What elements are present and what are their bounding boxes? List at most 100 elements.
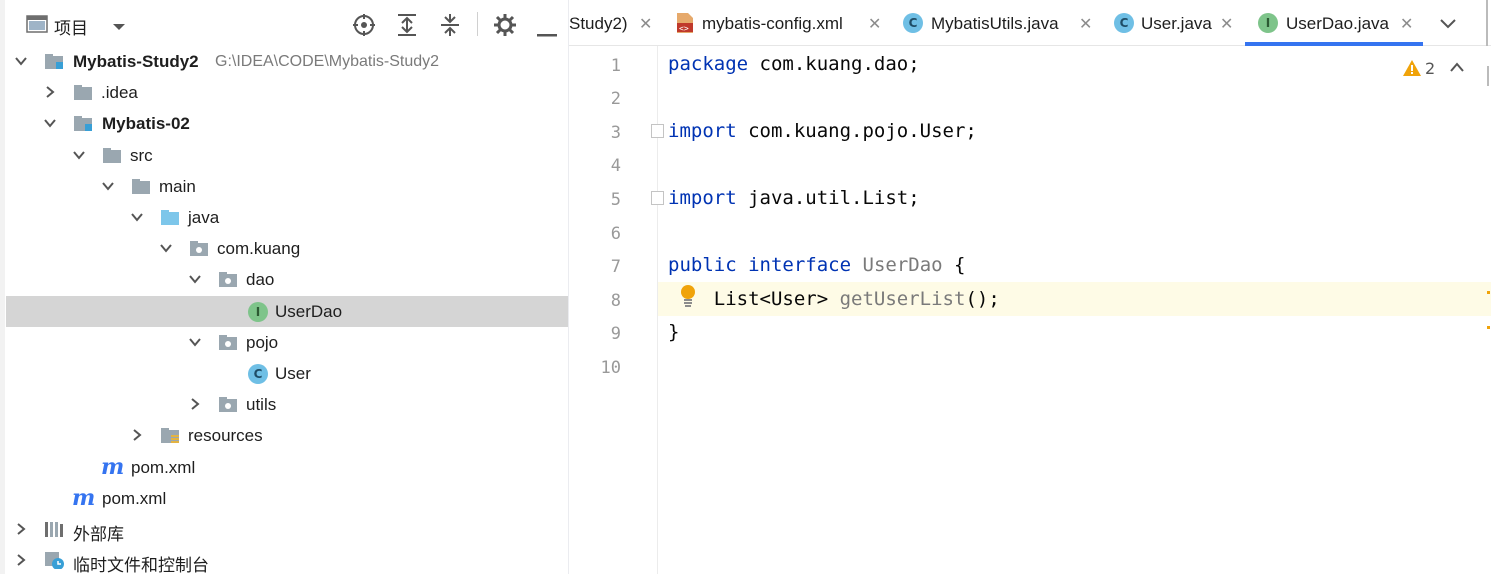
folder-icon [132, 179, 150, 194]
tree-node-label: UserDao [275, 302, 343, 321]
chevron-down-icon[interactable] [130, 210, 144, 224]
tree-node-label: src [130, 146, 153, 165]
minimize-icon[interactable] [537, 23, 557, 42]
folder-icon [74, 85, 92, 100]
source-folder-icon [161, 210, 179, 225]
warning-icon[interactable] [1402, 59, 1422, 77]
error-stripe-mark[interactable] [1487, 326, 1490, 329]
tree-node-package-utils[interactable]: utils [6, 389, 568, 420]
chevron-down-icon[interactable] [188, 272, 202, 286]
scroll-edge [1486, 0, 1488, 46]
tree-node-package-com-kuang[interactable]: com.kuang [6, 233, 568, 264]
library-icon [45, 522, 63, 537]
warning-count[interactable]: 2 [1425, 59, 1435, 78]
fold-marker-icon[interactable] [651, 124, 664, 138]
scrollbar-icon[interactable] [1487, 66, 1489, 86]
chevron-right-icon[interactable] [14, 553, 28, 567]
tree-node-userdao[interactable]: I UserDao [6, 296, 568, 327]
close-icon[interactable]: ✕ [639, 14, 652, 33]
tab-userdao-java[interactable]: I UserDao.java ✕ [1245, 0, 1423, 46]
chevron-down-icon[interactable] [188, 335, 202, 349]
line-number: 6 [610, 224, 621, 244]
xml-file-icon: <> [677, 13, 693, 33]
code-text: java.util.List; [736, 187, 920, 209]
tab-user-java[interactable]: C User.java ✕ [1105, 0, 1244, 46]
tree-node-external-libraries[interactable]: 外部库 [6, 514, 568, 545]
tree-node-path: G:\IDEA\CODE\Mybatis-Study2 [215, 53, 440, 70]
chevron-down-icon[interactable] [43, 116, 57, 130]
chevron-right-icon[interactable] [188, 397, 202, 411]
close-icon[interactable]: ✕ [868, 14, 881, 33]
package-icon [219, 335, 237, 350]
tree-node-package-dao[interactable]: dao [6, 264, 568, 295]
close-icon[interactable]: ✕ [1079, 14, 1092, 33]
tab-mybatisutils-java[interactable]: C MybatisUtils.java ✕ [893, 0, 1105, 46]
project-title[interactable]: 项目 [54, 14, 88, 39]
chevron-down-icon[interactable] [72, 148, 86, 162]
tab-label: User.java [1141, 14, 1212, 33]
tree-node-root-pom[interactable]: m pom.xml [6, 483, 568, 514]
tree-node-label: pojo [246, 333, 279, 352]
line-number: 8 [610, 291, 621, 311]
module-folder-icon [74, 116, 92, 131]
keyword: public [668, 254, 737, 276]
keyword: interface [748, 254, 852, 276]
tab-label: UserDao.java [1286, 14, 1389, 33]
locate-icon[interactable] [352, 13, 376, 41]
chevron-right-icon[interactable] [14, 522, 28, 536]
maven-icon: m [101, 454, 125, 480]
collapse-all-icon[interactable] [439, 13, 461, 41]
line-number: 7 [610, 257, 621, 277]
tree-node-scratches[interactable]: 临时文件和控制台 [6, 545, 568, 574]
tab-label: MybatisUtils.java [931, 14, 1059, 33]
tab-mybatis-config-xml[interactable]: <> mybatis-config.xml ✕ [667, 0, 893, 46]
code-editor[interactable]: 1 2 3 4 5 6 7 8 9 10 package com.kuang.d… [569, 46, 1491, 574]
code-text: (); [965, 288, 1000, 310]
tree-node-idea[interactable]: .idea [6, 77, 568, 108]
chevron-down-icon[interactable] [14, 54, 28, 68]
folder-icon [103, 148, 121, 163]
chevron-down-icon[interactable] [159, 241, 173, 255]
chevron-right-icon[interactable] [130, 428, 144, 442]
chevron-down-icon[interactable] [111, 18, 127, 37]
tree-node-main[interactable]: main [6, 171, 568, 202]
tree-node-package-pojo[interactable]: pojo [6, 327, 568, 358]
tree-node-src[interactable]: src [6, 140, 568, 171]
module-folder-icon [45, 54, 63, 69]
interface-icon: I [1258, 13, 1278, 33]
expand-all-icon[interactable] [396, 13, 418, 41]
gear-icon[interactable] [493, 13, 517, 41]
fold-marker-icon[interactable] [651, 191, 664, 205]
chevron-down-icon[interactable] [101, 179, 115, 193]
interface-name: UserDao [862, 254, 943, 276]
code-line-5: import java.util.List; [668, 187, 920, 209]
tree-node-module-pom[interactable]: m pom.xml [6, 452, 568, 483]
tree-node-project-root[interactable]: Mybatis-Study2 G:\IDEA\CODE\Mybatis-Stud… [6, 46, 568, 77]
editor-tab-bar: Study2) ✕ <> mybatis-config.xml ✕ C Myba… [569, 0, 1491, 46]
line-number: 5 [610, 190, 621, 210]
tree-node-user[interactable]: C User [6, 358, 568, 389]
tab-list-chevron-icon[interactable] [1439, 18, 1457, 30]
keyword: import [668, 120, 737, 142]
tab-label: Study2) [569, 14, 628, 33]
keyword: package [668, 53, 749, 75]
code-line-8: List<User> getUserList(); [668, 288, 1000, 310]
previous-highlight-icon[interactable] [1449, 61, 1465, 73]
tree-node-label: pom.xml [102, 489, 167, 508]
tree-node-label: User [275, 364, 311, 383]
tree-node-label: .idea [101, 83, 138, 102]
tree-node-java[interactable]: java [6, 202, 568, 233]
error-stripe-mark[interactable] [1487, 291, 1490, 294]
tree-node-resources[interactable]: resources [6, 420, 568, 451]
tree-node-label: pom.xml [131, 458, 196, 477]
line-number: 4 [610, 156, 621, 176]
line-number: 2 [610, 89, 621, 109]
close-icon[interactable]: ✕ [1220, 14, 1233, 33]
tree-node-label: java [188, 208, 220, 227]
chevron-right-icon[interactable] [43, 85, 57, 99]
class-icon: C [903, 13, 923, 33]
project-view-icon[interactable] [26, 14, 48, 38]
close-icon[interactable]: ✕ [1400, 14, 1413, 33]
tab-mybatis-study2[interactable]: Study2) ✕ [569, 0, 667, 46]
tree-node-module[interactable]: Mybatis-02 [6, 108, 568, 139]
